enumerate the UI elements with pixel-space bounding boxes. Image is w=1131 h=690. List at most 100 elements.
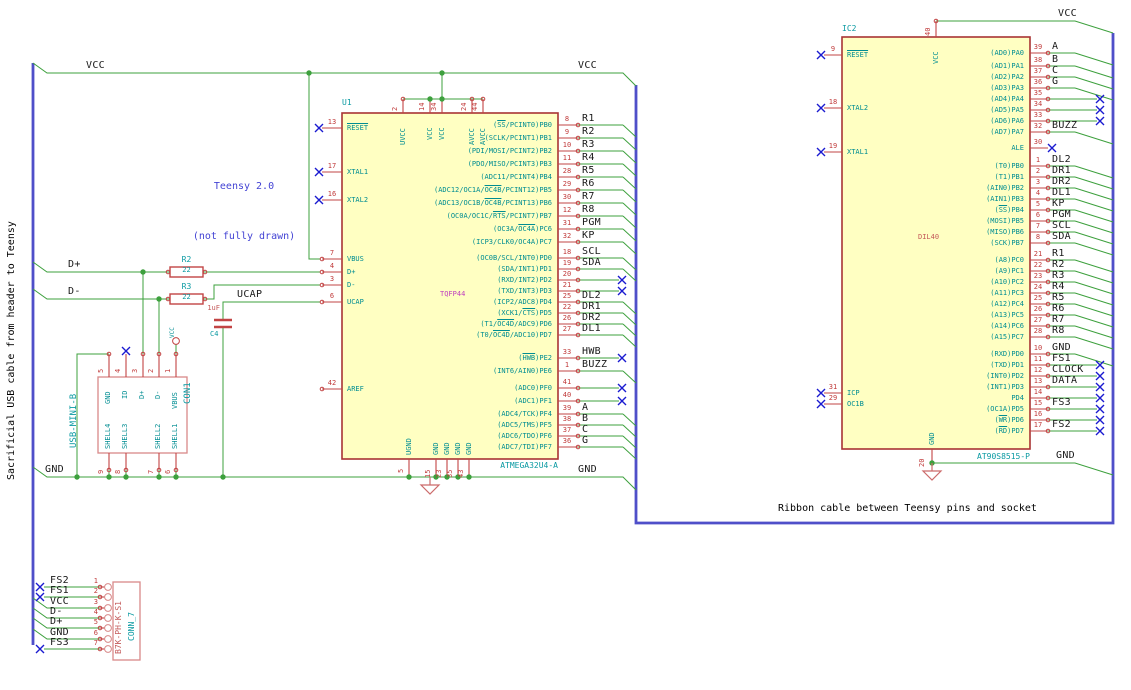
net-label[interactable]: R3 (1052, 270, 1065, 281)
con1-value[interactable]: USB-MINI-B (69, 381, 81, 448)
net-label[interactable]: HWB (582, 346, 601, 357)
net-label[interactable]: R7 (582, 191, 595, 202)
net-label[interactable]: R1 (582, 113, 595, 124)
net-label[interactable]: VCC (86, 60, 105, 71)
net-label[interactable]: R2 (582, 126, 595, 137)
r3-reference[interactable]: R3 (170, 282, 203, 291)
net-label[interactable]: GND (45, 464, 64, 475)
net-label[interactable]: DL1 (582, 323, 601, 334)
net-label[interactable]: CLOCK (1052, 364, 1084, 375)
u1-reference[interactable]: U1 (342, 98, 352, 107)
r3-value[interactable]: 22 (170, 293, 203, 302)
net-label[interactable]: G (582, 435, 588, 446)
u1-pin-name: (ADC11/PCINT4)PB4 (480, 173, 552, 181)
net-label[interactable]: DR2 (1052, 176, 1071, 187)
net-label[interactable]: FS1 (1052, 353, 1071, 364)
net-label[interactable]: FS2 (1052, 419, 1071, 430)
net-label[interactable]: R4 (1052, 281, 1065, 292)
net-label[interactable]: DL2 (582, 290, 601, 301)
u1-pin-number: 12 (562, 206, 572, 214)
conn7-pin-number: 2 (93, 587, 98, 595)
schematic-canvas[interactable]: Sacrificial USB cable from header to Tee… (0, 0, 1131, 690)
net-label[interactable]: A (1052, 41, 1058, 52)
net-label[interactable]: GND (578, 464, 597, 475)
net-label[interactable]: R1 (1052, 248, 1065, 259)
c4-reference[interactable]: C4 (210, 330, 218, 339)
u1-pin-number: 4 (329, 262, 335, 270)
net-label[interactable]: R6 (582, 178, 595, 189)
ic2-pin-number: 14 (1033, 388, 1043, 396)
conn7-value[interactable]: B7K-PH-K-S1 (114, 590, 124, 654)
net-label[interactable]: PGM (582, 217, 601, 228)
net-label[interactable]: D- (68, 286, 81, 297)
net-label[interactable]: UCAP (237, 289, 262, 300)
note-ribbon-cable[interactable]: Ribbon cable between Teensy pins and soc… (778, 503, 1037, 515)
net-label[interactable]: SDA (582, 257, 601, 268)
ic2-pin-name: (AD6)PA6 (990, 117, 1024, 125)
net-label[interactable]: PGM (1052, 209, 1071, 220)
net-label[interactable]: R5 (582, 165, 595, 176)
net-label[interactable]: R6 (1052, 303, 1065, 314)
net-label[interactable]: VCC (1058, 8, 1077, 19)
net-label[interactable]: BUZZ (582, 359, 607, 370)
con1-pin-name: ID (121, 390, 129, 399)
net-label[interactable]: DR2 (582, 312, 601, 323)
c4-value[interactable]: 1uF (196, 304, 220, 312)
r2-value[interactable]: 22 (170, 266, 203, 275)
ic2-pin-number: 38 (1033, 56, 1043, 64)
note-sacrificial-usb-cable[interactable]: Sacrificial USB cable from header to Tee… (6, 212, 18, 480)
net-label[interactable]: VCC (578, 60, 597, 71)
net-label[interactable]: GND (1056, 450, 1075, 461)
conn7-reference[interactable]: CONN_7 (127, 599, 137, 641)
net-label[interactable]: DL1 (1052, 187, 1071, 198)
con1-pin-name: VBUS (171, 392, 179, 409)
note-teensy-line1: Teensy 2.0 (213, 181, 275, 192)
net-label[interactable]: DATA (1052, 375, 1077, 386)
net-label[interactable]: R7 (1052, 314, 1065, 325)
net-label[interactable]: SCL (582, 246, 601, 257)
u1-pin-number: 17 (327, 162, 337, 170)
net-label[interactable]: C (1052, 65, 1058, 76)
net-label[interactable]: A (582, 402, 588, 413)
net-label[interactable]: DR1 (582, 301, 601, 312)
net-label[interactable]: B (1052, 54, 1058, 65)
u1-pin-name: GND (465, 442, 473, 455)
net-label[interactable]: FS3 (50, 637, 69, 648)
net-label[interactable]: R8 (1052, 325, 1065, 336)
net-label[interactable]: R3 (582, 139, 595, 150)
ic2-pin-number: 20 (918, 458, 926, 467)
r2-reference[interactable]: R2 (170, 255, 203, 264)
u1-pin-name: (ICP3/CLK0/OC4A)PC7 (471, 238, 552, 246)
net-label[interactable]: R8 (582, 204, 595, 215)
net-label[interactable]: KP (582, 230, 595, 241)
ic2-pin-number: 21 (1033, 250, 1043, 258)
net-label[interactable]: SCL (1052, 220, 1071, 231)
net-label[interactable]: C (582, 424, 588, 435)
ic2-reference[interactable]: IC2 (842, 24, 856, 33)
u1-pin-name: (ADC0)PF0 (514, 384, 552, 392)
net-label[interactable]: FS1 (50, 585, 69, 596)
ic2-pin-number: 34 (1033, 100, 1043, 108)
net-label[interactable]: KP (1052, 198, 1065, 209)
net-label[interactable]: DL2 (1052, 154, 1071, 165)
net-label[interactable]: GND (1052, 342, 1071, 353)
con1-reference[interactable]: CON1 (183, 374, 195, 404)
net-label[interactable]: G (1052, 76, 1058, 87)
net-label[interactable]: B (582, 413, 588, 424)
schematic-drawing (31, 18, 1115, 661)
conn7-pin-number: 6 (93, 629, 98, 637)
net-label[interactable]: R5 (1052, 292, 1065, 303)
net-label[interactable]: R4 (582, 152, 595, 163)
net-label[interactable]: SDA (1052, 231, 1071, 242)
net-label[interactable]: DR1 (1052, 165, 1071, 176)
u1-pin-name: (XCK1/CTS)PD5 (497, 309, 552, 317)
ic2-pin-name: (INT1)PD3 (986, 383, 1024, 391)
net-label[interactable]: D+ (68, 259, 81, 270)
net-label[interactable]: BUZZ (1052, 120, 1077, 131)
net-label[interactable]: R2 (1052, 259, 1065, 270)
u1-pin-name: (TXD/INT3)PD3 (497, 287, 552, 295)
net-label[interactable]: D+ (50, 616, 63, 627)
net-label[interactable]: FS3 (1052, 397, 1071, 408)
ic2-pin-number: 17 (1033, 421, 1043, 429)
note-teensy[interactable]: Teensy 2.0 (not fully drawn) (188, 143, 300, 281)
